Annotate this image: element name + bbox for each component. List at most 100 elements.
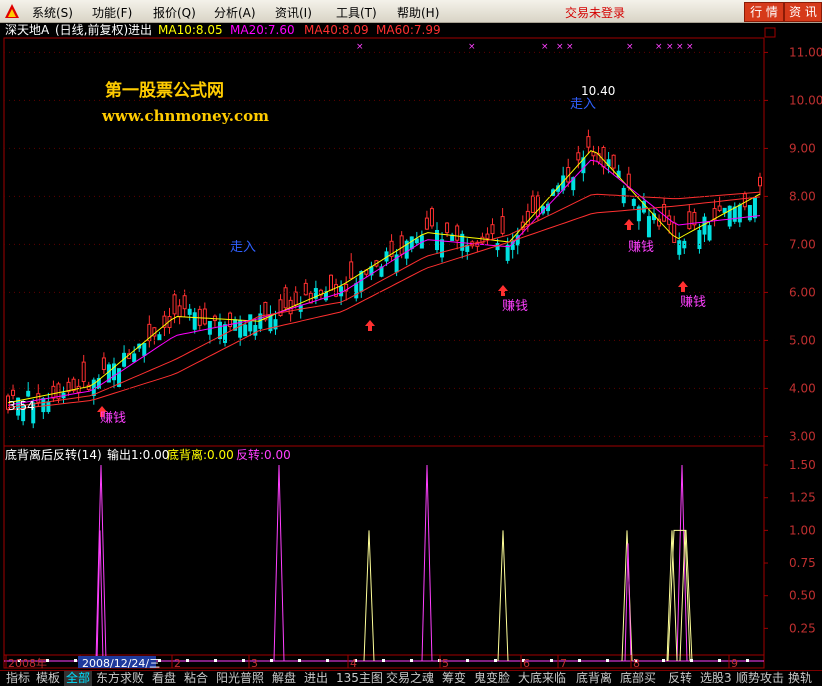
sub-tick-label: 0.75 xyxy=(789,556,816,570)
candle-body xyxy=(424,217,429,230)
candle-body xyxy=(717,205,722,211)
candle-body xyxy=(187,308,192,315)
candle-body xyxy=(455,225,460,241)
login-status: 交易未登录 xyxy=(565,6,626,20)
zero-marker xyxy=(746,659,749,662)
time-tick-label: 8 xyxy=(633,657,640,670)
watermark-title: 第一股票公式网 xyxy=(105,80,224,101)
sub-axis: 1.50 1.25 1.00 0.75 0.50 0.25 xyxy=(764,458,816,635)
menu-analysis[interactable]: 分析(A) xyxy=(214,4,256,21)
tab-15[interactable]: 底背离 xyxy=(574,671,614,686)
zero-marker xyxy=(466,659,469,662)
zero-marker xyxy=(270,659,273,662)
candle-body xyxy=(36,393,41,403)
signal-x-icon: × xyxy=(356,42,364,52)
tab-9[interactable]: 进出 xyxy=(302,671,330,686)
tab-6[interactable]: 粘合 xyxy=(182,671,210,686)
tab-20[interactable]: 换轨 xyxy=(786,671,814,686)
expand-icon[interactable] xyxy=(764,27,776,38)
price-tick-label: 4.00 xyxy=(789,381,816,395)
tab-18[interactable]: 选股3 xyxy=(698,671,734,686)
tab-16[interactable]: 底部买 xyxy=(618,671,658,686)
stock-chart[interactable]: 深天地A (日线,前复权) 进出 MA10:8.05 MA20:7.60 MA4… xyxy=(0,22,822,670)
candle-body xyxy=(132,353,137,363)
menu-info[interactable]: 资讯(I) xyxy=(275,4,312,21)
signal-x-icon: × xyxy=(556,42,564,52)
signal-x-icon: × xyxy=(566,42,574,52)
zero-marker xyxy=(74,659,77,662)
candle-body xyxy=(177,305,182,318)
menu-function[interactable]: 功能(F) xyxy=(92,4,132,21)
menu-bar: 系统(S) 功能(F) 报价(Q) 分析(A) 资讯(I) 工具(T) 帮助(H… xyxy=(0,0,822,23)
sub-chart-frame xyxy=(3,445,765,669)
candle-body xyxy=(677,240,682,255)
tab-17[interactable]: 反转 xyxy=(666,671,694,686)
candle-body xyxy=(697,230,702,249)
ma40-label: MA40:8.09 xyxy=(304,23,369,37)
ma-line-ma10 xyxy=(7,150,761,404)
sub-indicator-lines xyxy=(4,465,764,662)
candle-body xyxy=(687,211,692,230)
tab-19[interactable]: 顺势攻击 xyxy=(734,671,786,686)
tab-12[interactable]: 筹变 xyxy=(440,671,468,686)
candle-body xyxy=(752,197,757,219)
candle-body xyxy=(142,343,147,356)
tab-14[interactable]: 大底来临 xyxy=(516,671,568,686)
annotation-zouru-2: 走入 xyxy=(230,240,256,255)
ma60-label: MA60:7.99 xyxy=(376,23,441,37)
tab-13[interactable]: 鬼变脸 xyxy=(472,671,512,686)
candle-body xyxy=(626,173,631,188)
tab-2[interactable]: 模板 xyxy=(34,671,62,686)
tab-10[interactable]: 135主图 xyxy=(334,671,385,686)
candle-body xyxy=(646,216,651,238)
low-price-label: 3.54 xyxy=(8,399,35,413)
indicator-spike xyxy=(273,465,285,662)
menu-help[interactable]: 帮助(H) xyxy=(397,4,439,21)
signal-x-icon: × xyxy=(468,42,476,52)
candle-body xyxy=(248,314,253,332)
ma10-label: MA10:8.05 xyxy=(158,23,223,37)
tab-3[interactable]: 全部 xyxy=(64,671,93,686)
tab-8[interactable]: 解盘 xyxy=(270,671,298,686)
tab-1[interactable]: 指标 xyxy=(4,671,32,686)
candle-body xyxy=(722,207,727,213)
time-tick-label: 2 xyxy=(174,657,181,670)
tab-5[interactable]: 看盘 xyxy=(150,671,178,686)
indicator-name: 进出 xyxy=(128,23,152,37)
tab-7[interactable]: 阳光普照 xyxy=(214,671,266,686)
candle-body xyxy=(445,222,450,234)
zero-marker xyxy=(494,659,497,662)
candle-body xyxy=(742,193,747,208)
info-button[interactable]: 资 讯 xyxy=(784,2,822,22)
candle-body xyxy=(283,287,288,309)
watermark-url: www.chnmoney.com xyxy=(101,107,269,125)
buy-arrow-icon xyxy=(624,219,634,230)
quote-button[interactable]: 行 情 xyxy=(744,2,784,22)
candle-body xyxy=(414,238,419,244)
time-tick-label: 7 xyxy=(560,657,567,670)
candle-body xyxy=(702,216,707,235)
candle-body xyxy=(253,325,258,336)
time-tick-label: 2008年 xyxy=(8,656,47,670)
candle-body xyxy=(601,147,606,168)
sub-indicator-title: 底背离后反转(14) xyxy=(5,447,102,462)
candle-body xyxy=(429,208,434,227)
zero-marker xyxy=(410,659,413,662)
menu-system[interactable]: 系统(S) xyxy=(32,4,73,21)
zero-marker xyxy=(718,659,721,662)
zero-marker xyxy=(242,659,245,662)
candle-body xyxy=(576,152,581,161)
candle-body xyxy=(354,283,359,299)
tab-4[interactable]: 东方求败 xyxy=(94,671,146,686)
menu-tools[interactable]: 工具(T) xyxy=(336,4,377,21)
candle-body xyxy=(409,236,414,249)
candle-body xyxy=(707,225,712,241)
signal-x-icon: × xyxy=(666,42,674,52)
zero-marker xyxy=(382,659,385,662)
candle-body xyxy=(46,401,51,412)
tab-11[interactable]: 交易之魂 xyxy=(384,671,436,686)
sub-tick-label: 0.25 xyxy=(789,621,816,635)
menu-quote[interactable]: 报价(Q) xyxy=(153,4,196,21)
candle-body xyxy=(202,308,207,325)
candle-body xyxy=(672,222,677,243)
